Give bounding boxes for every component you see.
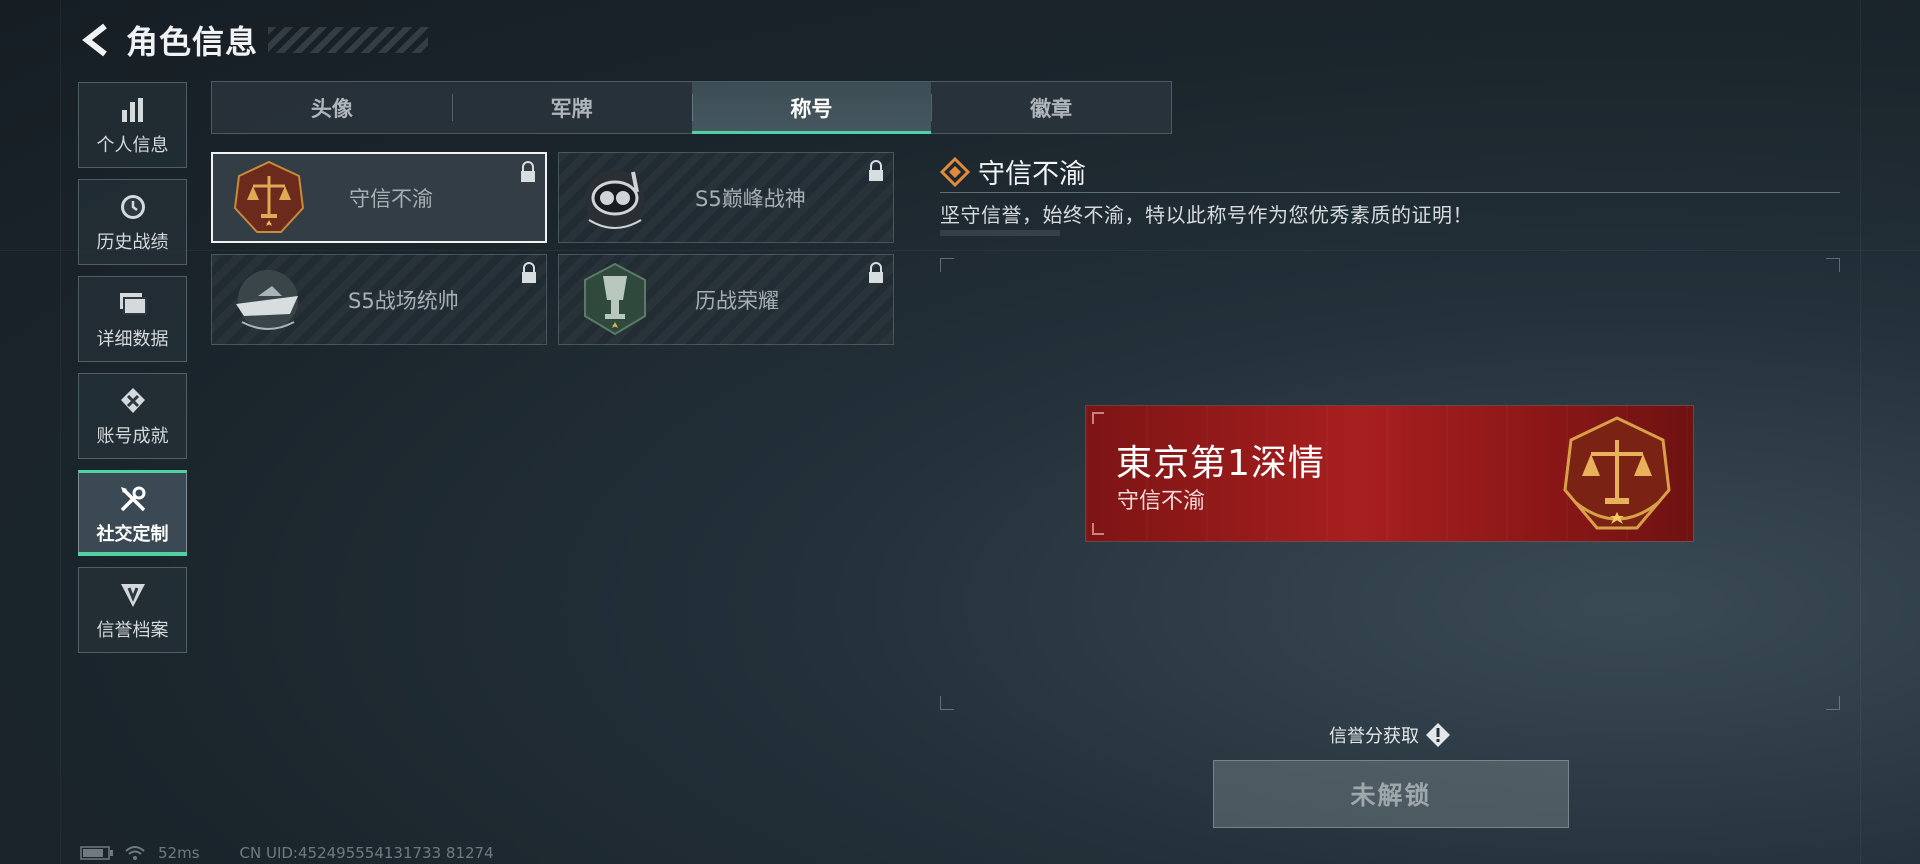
lock-icon (869, 262, 883, 283)
customization-tabs: 头像 军牌 称号 徽章 (211, 81, 1172, 134)
title-name: 历战荣耀 (695, 288, 779, 313)
diver-emblem-icon (573, 156, 657, 240)
title-card[interactable]: 守信不渝 (211, 152, 547, 243)
sidebar-item-label: 账号成就 (96, 426, 169, 447)
title-list: 守信不渝 S5巅峰战神 S5战场统帅 历战荣耀 (211, 152, 894, 345)
scales-emblem-icon (227, 156, 311, 240)
status-bar: 52ms CN UID:452495554131733 81274 (80, 844, 494, 862)
title-decoration (268, 27, 429, 53)
sidebar-item-social-custom[interactable]: 社交定制 (78, 470, 187, 556)
page-header: 角色信息 (78, 18, 429, 62)
sidebar-item-label: 个人信息 (96, 135, 169, 156)
sidebar-item-label: 历史战绩 (96, 232, 169, 253)
scales-emblem-icon (1563, 416, 1671, 530)
sidebar-item-achievements[interactable]: 账号成就 (78, 373, 187, 459)
sidebar-item-history[interactable]: 历史战绩 (78, 179, 187, 265)
folder-icon (116, 287, 150, 321)
detail-header: 守信不渝 (940, 152, 1086, 191)
unlock-button-label: 未解锁 (1350, 781, 1432, 810)
history-icon (116, 190, 150, 224)
sidebar-item-detailed-data[interactable]: 详细数据 (78, 276, 187, 362)
reputation-icon (116, 578, 150, 612)
title-name: S5巅峰战神 (695, 186, 806, 211)
sidebar-item-label: 信誉档案 (96, 620, 169, 641)
title-card[interactable]: S5战场统帅 (211, 254, 547, 345)
sidebar-item-reputation[interactable]: 信誉档案 (78, 567, 187, 653)
sidebar: 个人信息 历史战绩 详细数据 账号成就 社交定制 信誉档案 (78, 82, 187, 664)
diamond-icon (940, 156, 970, 187)
bar-chart-icon (116, 93, 150, 127)
unlock-button[interactable]: 未解锁 (1213, 760, 1569, 828)
achievement-icon (116, 384, 150, 418)
battery-icon (80, 846, 113, 860)
banner-player-name: 東京第1深情 (1116, 443, 1325, 484)
tools-icon (116, 482, 150, 516)
credit-score-label: 信誉分获取 (1329, 726, 1419, 747)
title-card[interactable]: S5巅峰战神 (558, 152, 894, 243)
lock-icon (521, 161, 535, 182)
tab-badge[interactable]: 徽章 (931, 82, 1171, 133)
tab-title[interactable]: 称号 (691, 82, 932, 134)
lock-icon (869, 160, 883, 181)
boat-emblem-icon (226, 258, 310, 342)
lock-icon (522, 262, 536, 283)
tab-dog-tag[interactable]: 军牌 (451, 82, 692, 133)
description-decoration (940, 230, 1060, 236)
trophy-emblem-icon (573, 258, 657, 342)
wifi-icon (125, 846, 145, 860)
ping-readout: 52ms (158, 844, 200, 862)
title-name: 守信不渝 (349, 186, 433, 211)
info-diamond-icon (1426, 723, 1450, 747)
detail-description: 坚守信誉，始终不渝，特以此称号作为您优秀素质的证明！ (940, 203, 1473, 227)
detail-divider (940, 192, 1840, 193)
back-button[interactable] (78, 22, 114, 58)
banner-title: 守信不渝 (1117, 489, 1206, 514)
tab-avatar[interactable]: 头像 (212, 82, 452, 133)
title-name: S5战场统帅 (348, 288, 459, 313)
sidebar-item-personal-info[interactable]: 个人信息 (78, 82, 187, 168)
uid-readout: CN UID:452495554131733 81274 (239, 844, 494, 862)
title-card[interactable]: 历战荣耀 (558, 254, 894, 345)
sidebar-item-label: 详细数据 (96, 329, 169, 350)
back-arrow-icon (82, 23, 107, 57)
title-banner-preview: 東京第1深情 守信不渝 (1086, 406, 1693, 541)
credit-score-link[interactable]: 信誉分获取 (1329, 722, 1451, 748)
sidebar-item-label: 社交定制 (96, 524, 169, 545)
page-title: 角色信息 (126, 23, 259, 61)
detail-title: 守信不渝 (978, 159, 1086, 190)
